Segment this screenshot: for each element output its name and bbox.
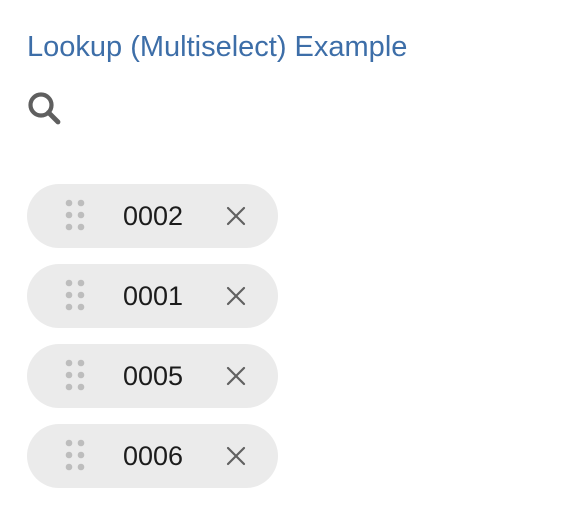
- drag-handle-icon[interactable]: [65, 199, 87, 233]
- selected-item-chip[interactable]: 0002: [27, 184, 278, 248]
- chip-label: 0005: [123, 361, 184, 391]
- chip-label: 0001: [123, 281, 184, 311]
- page-title: Lookup (Multiselect) Example: [27, 31, 408, 63]
- chip-label: 0002: [123, 201, 184, 231]
- drag-handle-icon[interactable]: [65, 439, 87, 473]
- search-icon[interactable]: [26, 90, 64, 128]
- close-icon[interactable]: [223, 283, 249, 309]
- close-icon[interactable]: [223, 203, 249, 229]
- drag-handle-icon[interactable]: [65, 279, 87, 313]
- chip-label: 0006: [123, 441, 184, 471]
- drag-handle-icon[interactable]: [65, 359, 87, 393]
- selected-item-chip[interactable]: 0005: [27, 344, 278, 408]
- close-icon[interactable]: [223, 363, 249, 389]
- selected-item-chip[interactable]: 0001: [27, 264, 278, 328]
- selected-items-list: 0002 0001 0005 0006: [27, 184, 278, 504]
- close-icon[interactable]: [223, 443, 249, 469]
- selected-item-chip[interactable]: 0006: [27, 424, 278, 488]
